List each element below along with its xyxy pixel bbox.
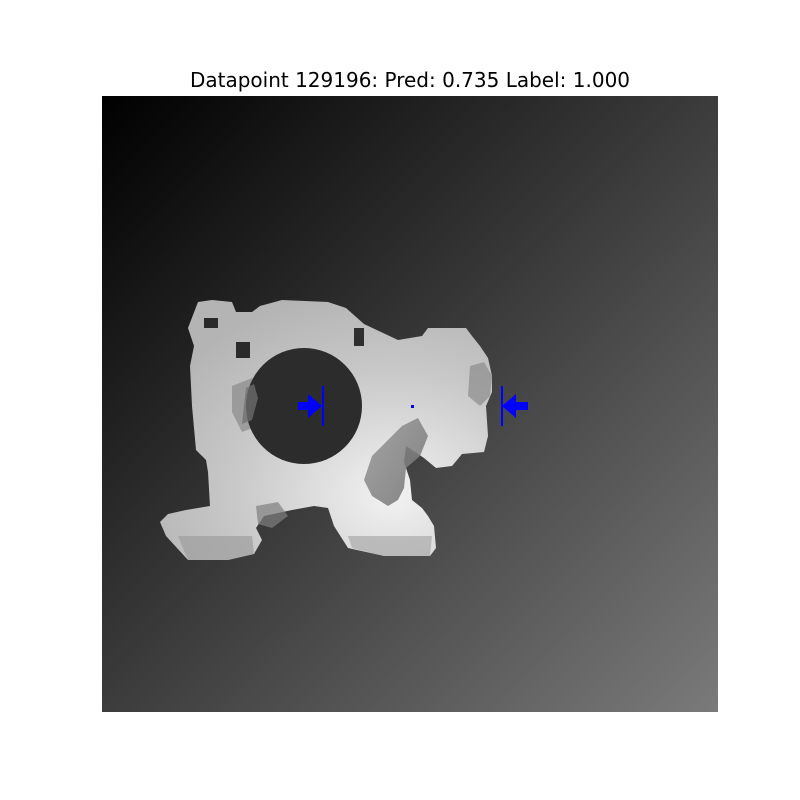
figure-title: Datapoint 129196: Pred: 0.735 Label: 1.0…	[189, 68, 631, 92]
depth-image-panel	[102, 96, 718, 712]
grasp-center-dot	[411, 405, 414, 408]
figure: Datapoint 129196: Pred: 0.735 Label: 1.0…	[0, 0, 800, 800]
depth-image	[102, 96, 718, 712]
